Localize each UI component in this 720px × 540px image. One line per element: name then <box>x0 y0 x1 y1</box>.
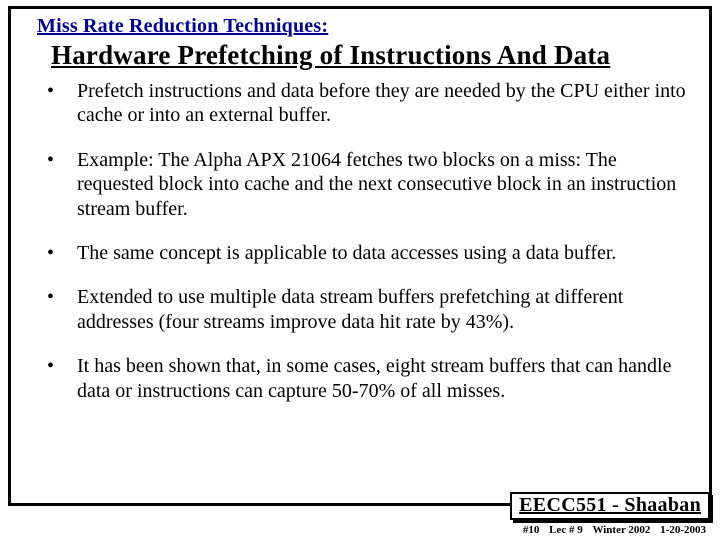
footer-term: Winter 2002 <box>592 524 650 536</box>
slide-heading: Miss Rate Reduction Techniques: <box>11 15 709 38</box>
footer-lecture: Lec # 9 <box>549 524 583 536</box>
slide-frame: Miss Rate Reduction Techniques: Hardware… <box>8 6 712 506</box>
bullet-list: Prefetch instructions and data before th… <box>11 71 709 403</box>
footer-course-box: EECC551 - Shaaban <box>510 492 710 520</box>
footer-meta: #10 Lec # 9 Winter 2002 1-20-2003 <box>516 524 706 536</box>
slide-subtitle: Hardware Prefetching of Instructions And… <box>11 40 709 71</box>
list-item: It has been shown that, in some cases, e… <box>45 354 689 403</box>
footer-course: EECC551 - Shaaban <box>519 494 701 516</box>
list-item: The same concept is applicable to data a… <box>45 241 689 265</box>
list-item: Extended to use multiple data stream buf… <box>45 285 689 334</box>
list-item: Prefetch instructions and data before th… <box>45 79 689 128</box>
footer-slide-no: #10 <box>523 524 540 536</box>
footer-date: 1-20-2003 <box>660 524 706 536</box>
list-item: Example: The Alpha APX 21064 fetches two… <box>45 148 689 221</box>
